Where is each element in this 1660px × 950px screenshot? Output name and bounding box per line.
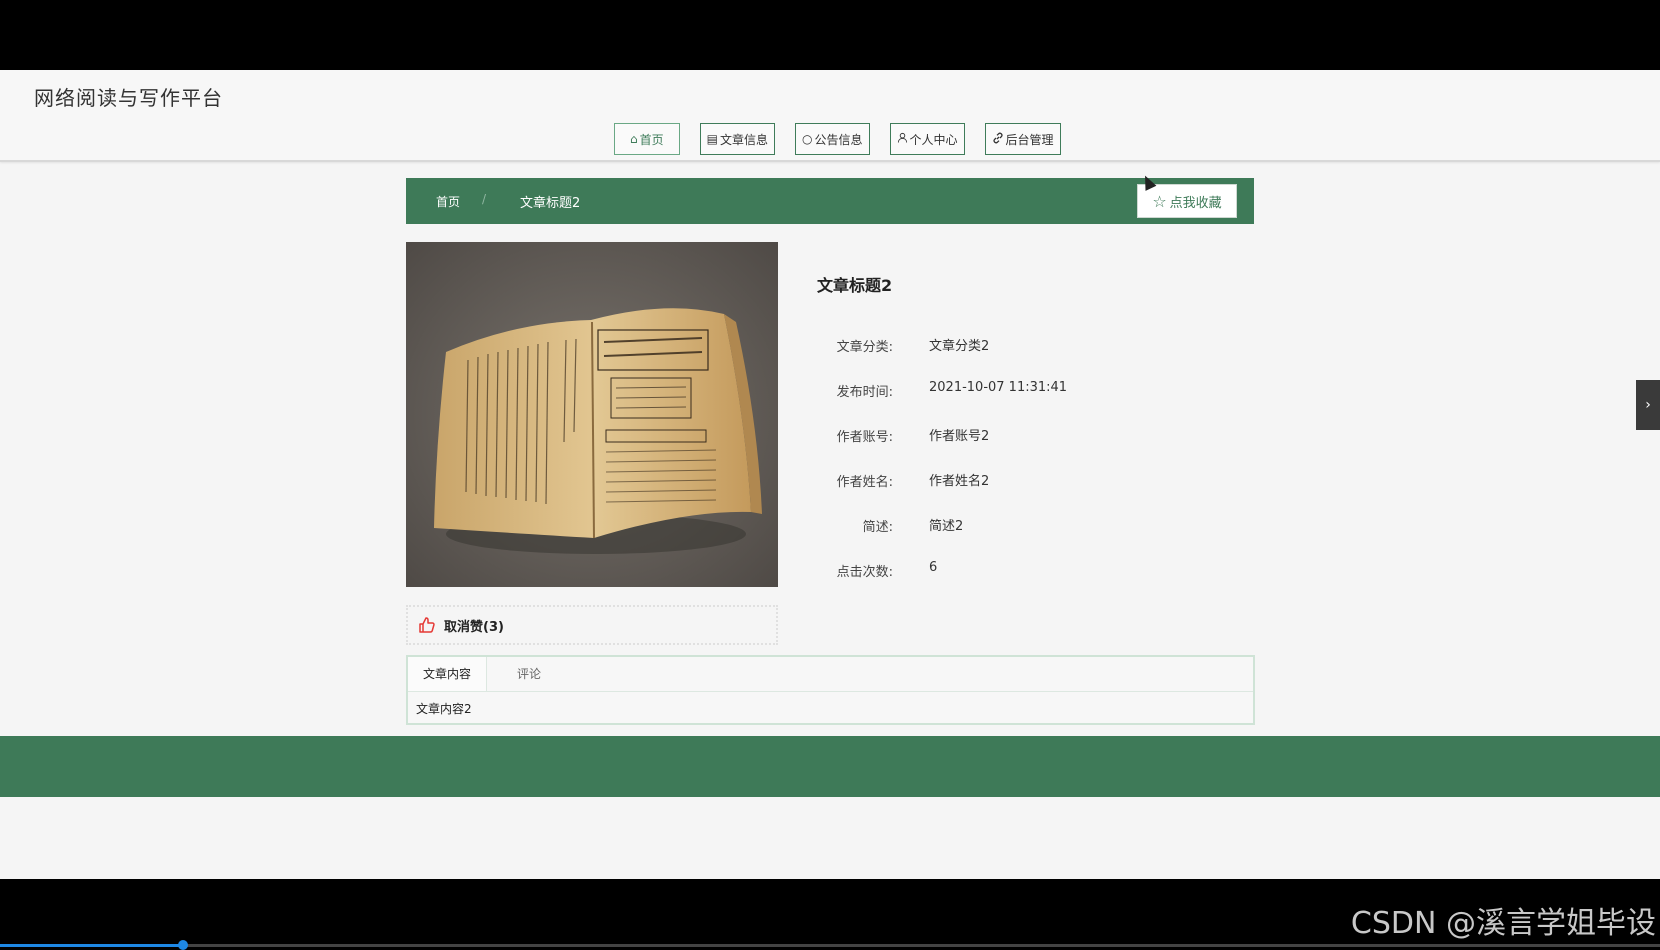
field-value-author-name: 作者姓名2: [929, 474, 990, 489]
footer: [0, 736, 1660, 797]
field-label-category: 文章分类:: [836, 340, 893, 355]
open-book-illustration: [406, 242, 778, 587]
star-outline-icon: ☆: [1152, 191, 1167, 211]
like-label: 取消赞(3): [444, 619, 504, 635]
nav-item-profile[interactable]: 个人中心: [889, 123, 965, 155]
nav-label: 公告信息: [814, 132, 863, 147]
home-icon: ⌂: [630, 132, 638, 146]
document-icon: ▤: [706, 132, 718, 146]
field-label-publish-time: 发布时间:: [836, 385, 893, 400]
tab-article-content[interactable]: 文章内容: [408, 657, 488, 691]
nav-item-notices[interactable]: ○ 公告信息: [795, 123, 870, 155]
nav-label: 个人中心: [909, 132, 958, 147]
field-label-click-count: 点击次数:: [836, 565, 893, 580]
breadcrumb-current: 文章标题2: [520, 196, 581, 211]
nav-item-articles[interactable]: ▤ 文章信息: [699, 123, 775, 155]
link-icon: [992, 132, 1004, 147]
breadcrumb-separator: /: [482, 192, 487, 206]
article-title: 文章标题2: [817, 276, 893, 295]
field-label-summary: 简述:: [862, 520, 893, 535]
user-icon: [897, 132, 908, 146]
article-cover-image: [406, 242, 778, 587]
article-tabs: 文章内容 评论 文章内容2: [406, 655, 1255, 725]
like-toggle[interactable]: 取消赞(3): [406, 605, 778, 645]
field-label-author-name: 作者姓名:: [836, 475, 893, 490]
side-panel-toggle[interactable]: ›: [1636, 380, 1660, 430]
field-value-summary: 简述2: [929, 519, 964, 534]
nav-item-admin[interactable]: 后台管理: [984, 123, 1061, 155]
main-nav: ⌂ 首页 ▤ 文章信息 ○ 公告信息 个人中心 后台管理: [614, 123, 1061, 155]
field-value-click-count: 6: [929, 560, 938, 575]
field-value-publish-time: 2021-10-07 11:31:41: [929, 380, 1068, 395]
watermark: CSDN @溪言学姐毕设: [1350, 906, 1656, 941]
chevron-right-icon: ›: [1645, 397, 1651, 413]
favorite-button[interactable]: ☆ 点我收藏: [1137, 184, 1237, 218]
nav-item-home[interactable]: ⌂ 首页: [614, 123, 680, 155]
tab-comments[interactable]: 评论: [502, 657, 556, 691]
nav-label: 首页: [639, 132, 664, 147]
chat-bubble-icon: ○: [802, 132, 813, 146]
field-value-author-account: 作者账号2: [929, 429, 990, 444]
breadcrumb: 首页 / 文章标题2 ☆ 点我收藏: [406, 178, 1254, 224]
tab-header: 文章内容 评论: [408, 657, 1253, 692]
nav-label: 文章信息: [719, 132, 768, 147]
nav-label: 后台管理: [1005, 132, 1054, 147]
video-progress-bar[interactable]: [0, 940, 1660, 950]
breadcrumb-home-link[interactable]: 首页: [436, 193, 460, 210]
video-progress-handle[interactable]: [177, 940, 188, 950]
site-title: 网络阅读与写作平台: [34, 86, 223, 110]
thumbs-up-icon: [418, 616, 436, 634]
field-value-category: 文章分类2: [929, 339, 990, 354]
tab-panel-content: 文章内容2: [416, 702, 472, 716]
field-label-author-account: 作者账号:: [836, 430, 893, 445]
favorite-label: 点我收藏: [1169, 195, 1222, 211]
video-progress-fill: [0, 944, 183, 947]
header: 网络阅读与写作平台 ⌂ 首页 ▤ 文章信息 ○ 公告信息 个人中心 后台管理: [0, 70, 1660, 162]
page: 网络阅读与写作平台 ⌂ 首页 ▤ 文章信息 ○ 公告信息 个人中心 后台管理 首…: [0, 70, 1660, 879]
